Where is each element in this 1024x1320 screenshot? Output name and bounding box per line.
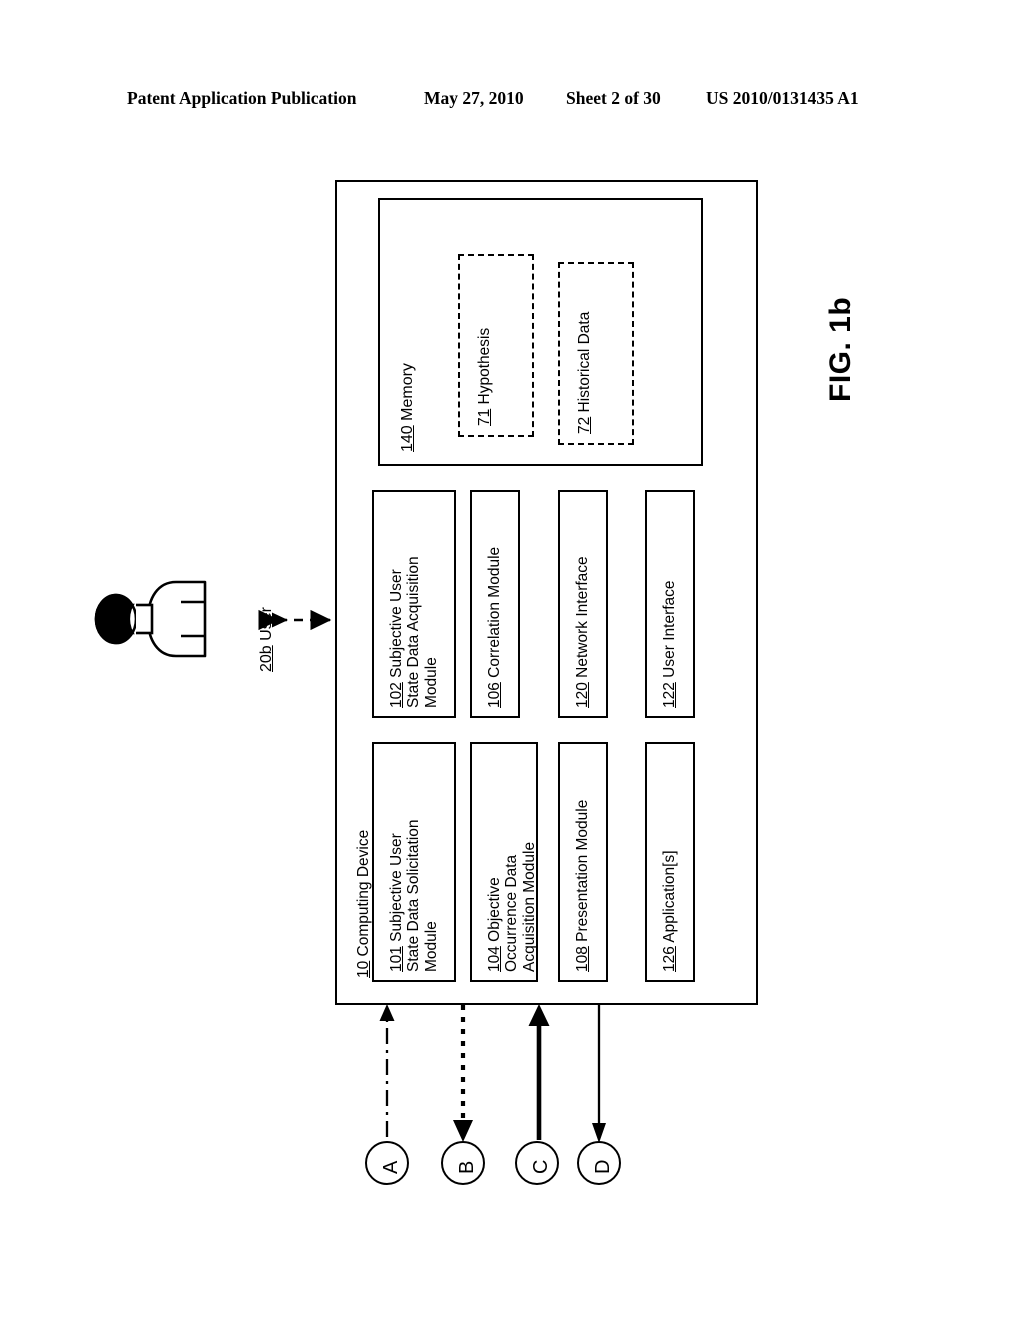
hypothesis-number: 71	[476, 408, 493, 426]
module-name-106: Correlation Module	[486, 546, 503, 678]
memory-name: Memory	[399, 363, 416, 421]
module-number-108: 108	[574, 946, 591, 972]
module-label-106: 106 Correlation Module	[486, 547, 503, 708]
hypothesis-label: 71 Hypothesis	[476, 328, 493, 426]
computing-device-number: 10	[355, 960, 372, 978]
module-label-108: 108 Presentation Module	[574, 800, 591, 972]
hypothesis-box	[458, 254, 534, 437]
connector-letter-b: B	[456, 1160, 478, 1174]
memory-number: 140	[399, 425, 416, 452]
connector-letter-a: A	[380, 1160, 402, 1174]
figure-1b: 10 Computing Device 140 Memory 71 Hypoth…	[0, 0, 1024, 1320]
historical-data-name: Historical Data	[576, 311, 593, 413]
module-number-104: 104	[486, 946, 503, 972]
module-number-102: 102	[388, 682, 405, 708]
module-label-101: 101 Subjective User State Data Solicitat…	[388, 819, 440, 972]
module-label-102: 102 Subjective User State Data Acquisiti…	[388, 556, 440, 708]
historical-data-number: 72	[576, 416, 593, 434]
user-label: 20b User	[258, 607, 276, 672]
module-name-122: User Interface	[661, 580, 678, 678]
module-label-122: 122 User Interface	[661, 580, 678, 708]
module-name-108: Presentation Module	[574, 799, 591, 942]
module-name-126: Application[s]	[661, 850, 678, 943]
module-label-126: 126 Application[s]	[661, 850, 678, 972]
computing-device-name: Computing Device	[355, 829, 372, 957]
connector-letter-c: C	[530, 1159, 552, 1174]
user-name: User	[258, 607, 275, 641]
historical-data-box	[558, 262, 634, 445]
module-number-122: 122	[661, 682, 678, 708]
module-number-101: 101	[388, 946, 405, 972]
memory-box	[378, 198, 703, 466]
historical-data-label: 72 Historical Data	[576, 312, 593, 434]
memory-label: 140 Memory	[399, 363, 417, 452]
user-number: 20b	[258, 645, 275, 672]
module-name-120: Network Interface	[574, 556, 591, 678]
connector-letter-d: D	[592, 1159, 614, 1174]
module-label-104: 104 Objective Occurrence Data Acquisitio…	[486, 842, 538, 972]
hypothesis-name: Hypothesis	[476, 327, 493, 405]
computing-device-label: 10 Computing Device	[355, 830, 372, 978]
module-number-106: 106	[486, 682, 503, 708]
module-number-120: 120	[574, 682, 591, 708]
figure-label: FIG. 1b	[824, 296, 857, 402]
module-number-126: 126	[661, 946, 678, 972]
module-label-120: 120 Network Interface	[574, 556, 591, 708]
